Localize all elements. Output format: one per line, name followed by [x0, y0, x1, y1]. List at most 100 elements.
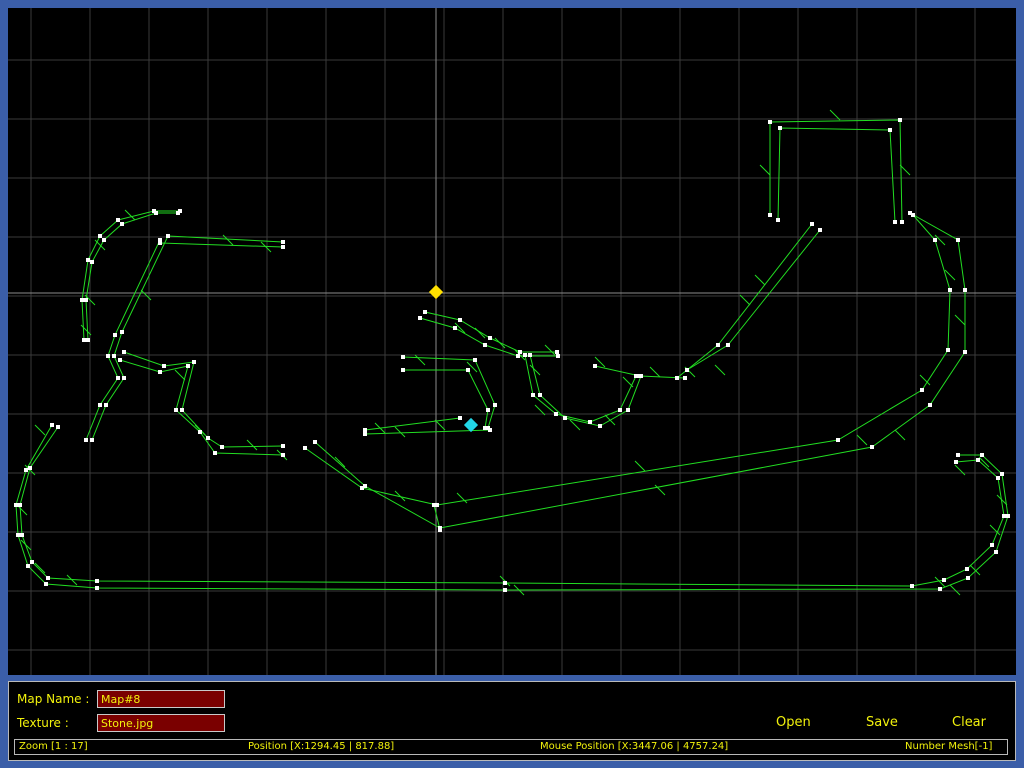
map-name-field[interactable]: Map#8: [97, 690, 225, 708]
track-tick: [949, 584, 961, 596]
track-vertex: [281, 240, 285, 244]
track-vertex: [598, 424, 602, 428]
map-viewport[interactable]: [8, 8, 1016, 675]
track-wall: [123, 351, 284, 448]
track-vertex: [900, 220, 904, 224]
track-vertex: [473, 358, 477, 362]
track-vertex: [938, 587, 942, 591]
track-vertex: [618, 408, 622, 412]
track-vertex: [1006, 514, 1010, 518]
save-button[interactable]: Save: [866, 715, 898, 730]
track-tick: [174, 369, 186, 381]
track-vertex: [956, 238, 960, 242]
start-marker: [428, 284, 444, 300]
track-vertex: [976, 458, 980, 462]
track-tick: [634, 460, 646, 472]
track-vertex: [95, 579, 99, 583]
track-vertex: [778, 126, 782, 130]
number-mesh-status: Number Mesh[-1]: [905, 741, 993, 752]
track-vertex: [920, 388, 924, 392]
track-tick: [754, 274, 766, 286]
track-wall: [424, 311, 557, 353]
track-vertex: [488, 428, 492, 432]
track-vertex: [186, 364, 190, 368]
track-vertex: [488, 336, 492, 340]
track-vertex: [893, 220, 897, 224]
track-vertex: [152, 209, 156, 213]
track-vertex: [946, 348, 950, 352]
track-vertex: [90, 260, 94, 264]
track-vertex: [483, 426, 487, 430]
track-vertex: [626, 408, 630, 412]
texture-field[interactable]: Stone.jpg: [97, 714, 225, 732]
track-vertex: [14, 503, 18, 507]
track-vertex: [994, 550, 998, 554]
track-wall: [403, 369, 489, 429]
track-tick: [544, 344, 556, 356]
track-vertex: [956, 453, 960, 457]
track-tick: [604, 414, 616, 426]
track-vertex: [458, 416, 462, 420]
track-wall: [304, 214, 951, 506]
track-vertex: [104, 403, 108, 407]
track-vertex: [933, 238, 937, 242]
track-vertex: [16, 533, 20, 537]
position-status: Position [X:1294.45 | 817.88]: [248, 741, 395, 752]
track-vertex: [996, 476, 1000, 480]
track-vertex: [213, 451, 217, 455]
track-vertex: [458, 318, 462, 322]
track-vertex: [990, 543, 994, 547]
track-vertex: [432, 503, 436, 507]
track-vertex: [555, 350, 559, 354]
track-vertex: [768, 213, 772, 217]
track-vertex: [1000, 472, 1004, 476]
track-vertex: [30, 560, 34, 564]
track-vertex: [24, 468, 28, 472]
track-vertex: [180, 408, 184, 412]
track-vertex: [423, 310, 427, 314]
track-vertex: [26, 564, 30, 568]
track-vertex: [106, 354, 110, 358]
map-name-label: Map Name :: [17, 692, 90, 706]
track-vertex: [528, 353, 532, 357]
mouse-position-status: Mouse Position [X:3447.06 | 4757.24]: [540, 741, 729, 752]
track-tick: [124, 209, 136, 221]
track-vertex: [363, 428, 367, 432]
track-vertex: [888, 128, 892, 132]
track-tick: [714, 364, 726, 376]
track-tick: [622, 376, 634, 388]
track-vertex: [493, 403, 497, 407]
track-vertex: [818, 228, 822, 232]
track-vertex: [174, 408, 178, 412]
track-wall: [529, 354, 642, 427]
track-vertex: [84, 438, 88, 442]
track-vertex: [120, 222, 124, 226]
track-vertex: [98, 234, 102, 238]
track-vertex: [556, 354, 560, 358]
track-vertex: [418, 316, 422, 320]
track-vertex: [523, 353, 527, 357]
track-vertex: [942, 578, 946, 582]
track-tick: [394, 426, 406, 438]
track-vertex: [281, 453, 285, 457]
clear-button[interactable]: Clear: [952, 715, 986, 730]
track-vertex: [554, 412, 558, 416]
track-vertex: [86, 338, 90, 342]
track-vertex: [588, 420, 592, 424]
track-vertex: [776, 218, 780, 222]
open-button[interactable]: Open: [776, 715, 811, 730]
track-tick: [759, 164, 771, 176]
map-canvas[interactable]: [8, 8, 1016, 675]
track-vertex: [50, 423, 54, 427]
track-vertex: [82, 338, 86, 342]
track-tick: [34, 562, 46, 574]
track-vertex: [980, 453, 984, 457]
track-vertex: [963, 288, 967, 292]
track-tick: [856, 434, 868, 446]
track-vertex: [46, 576, 50, 580]
track-vertex: [166, 234, 170, 238]
track-vertex: [963, 350, 967, 354]
track-vertex: [401, 368, 405, 372]
track-tick: [34, 424, 46, 436]
track-vertex: [726, 343, 730, 347]
